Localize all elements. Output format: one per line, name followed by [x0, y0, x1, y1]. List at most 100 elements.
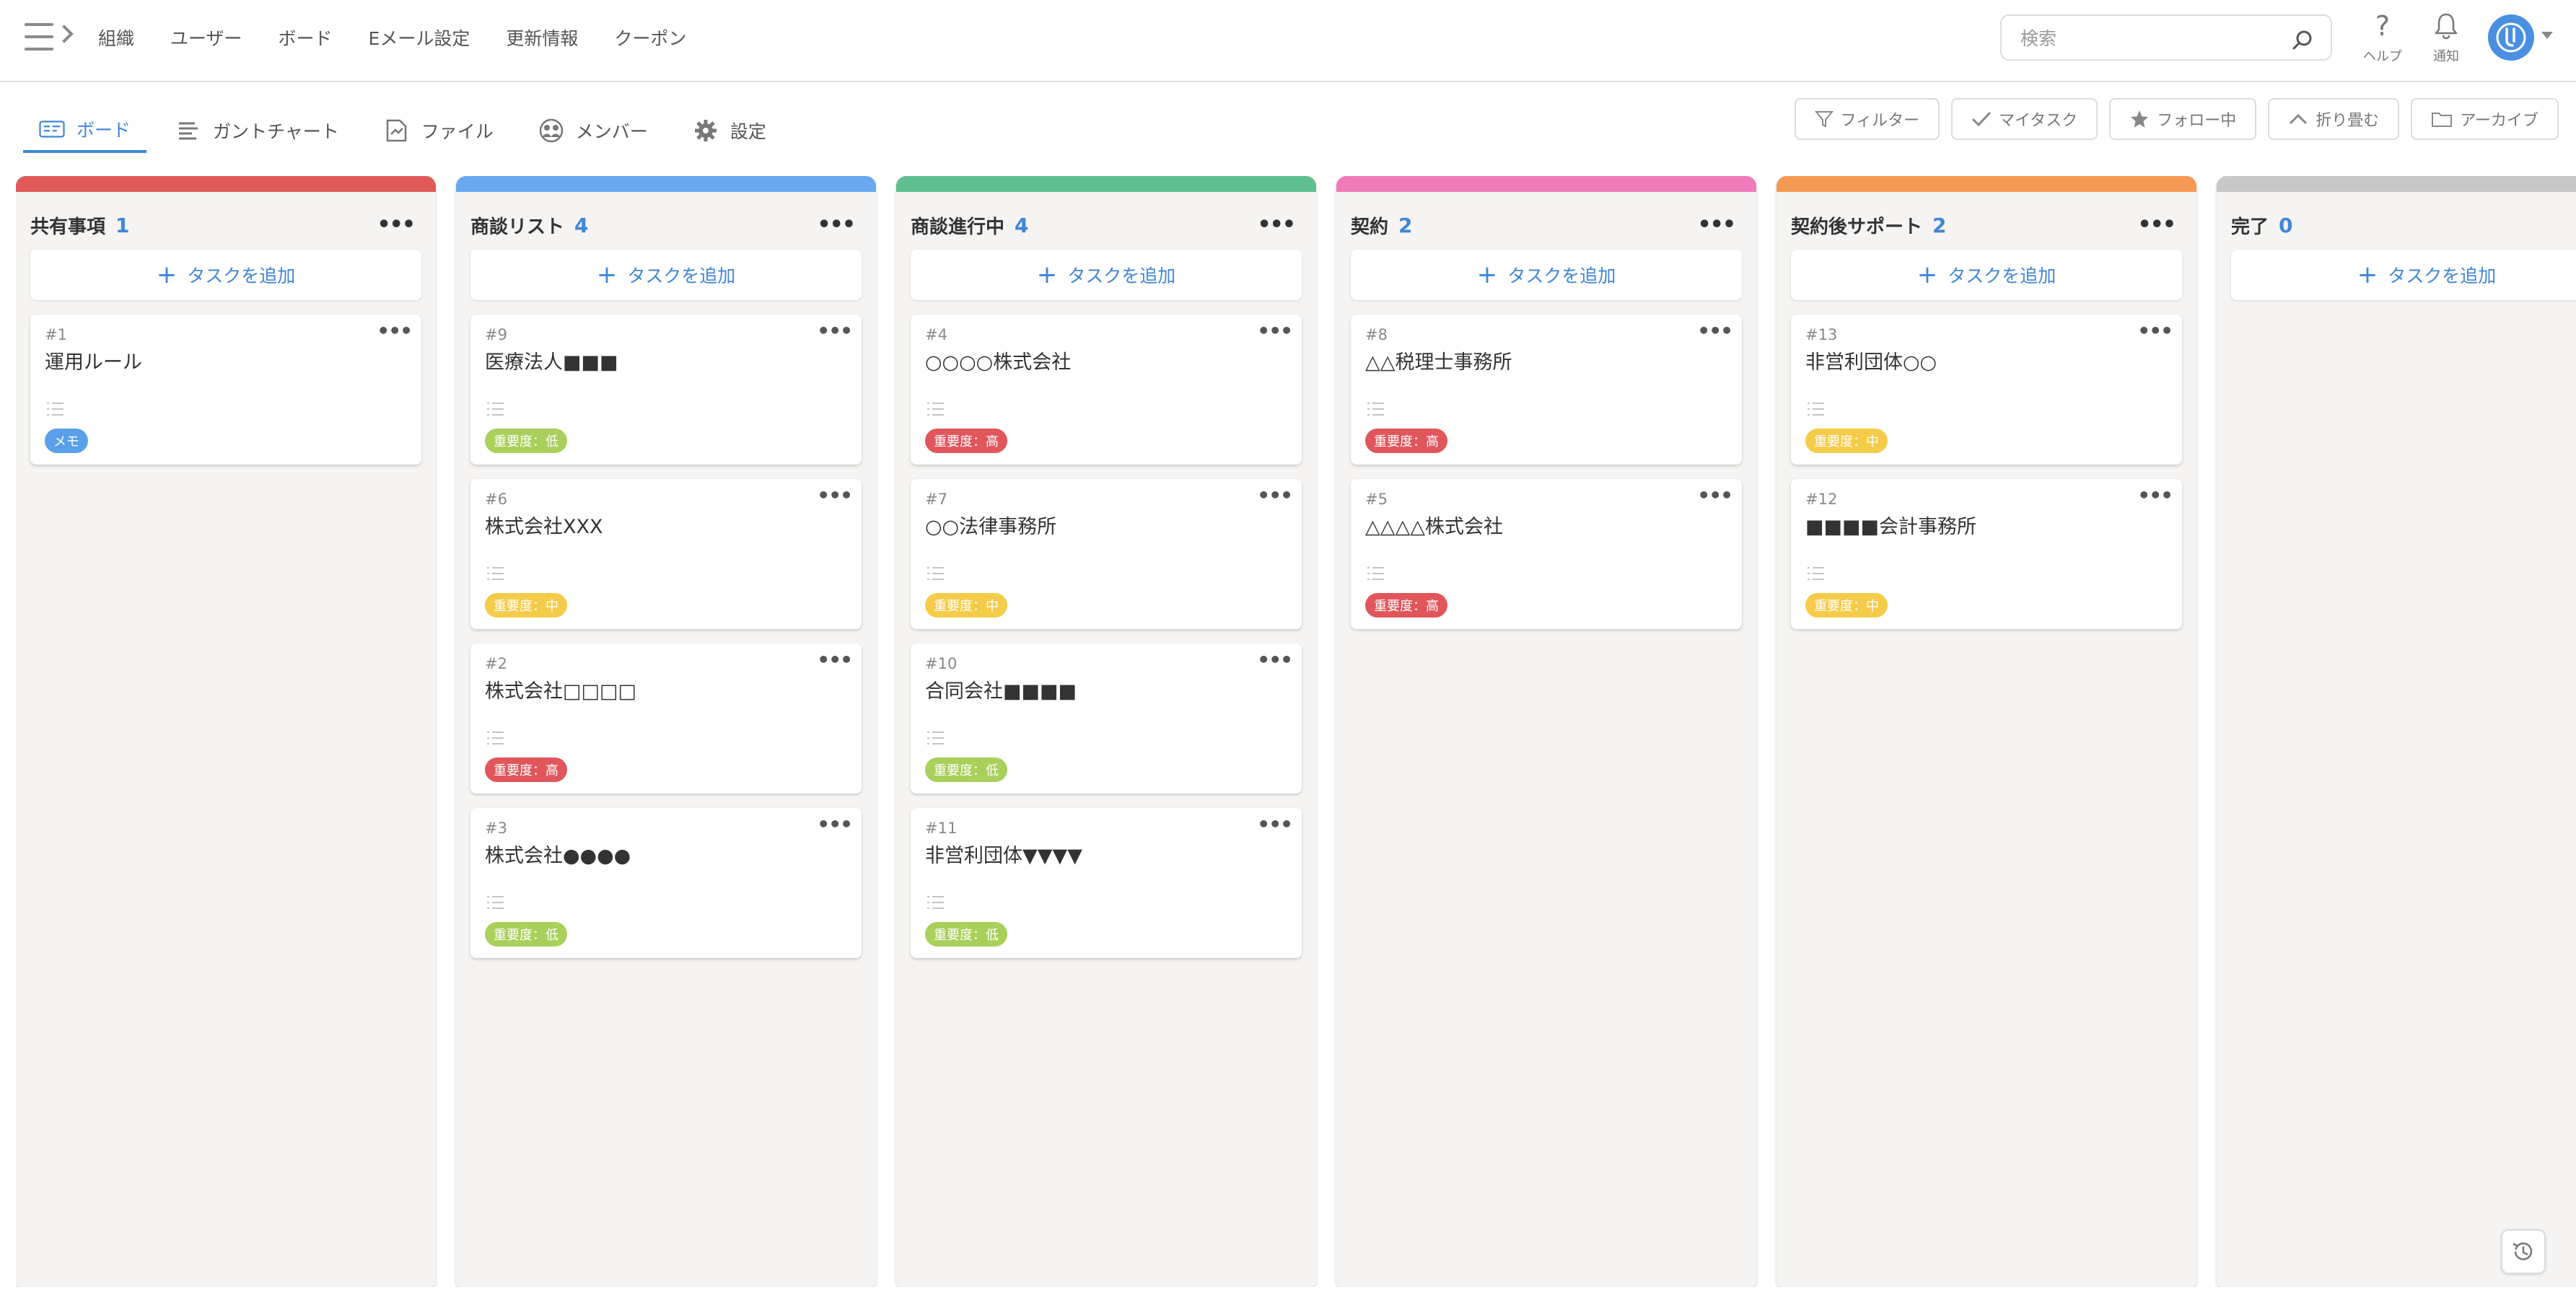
search-input[interactable] [2020, 25, 2280, 52]
card-menu-icon[interactable]: ••• [817, 812, 853, 836]
card-menu-icon[interactable]: ••• [1697, 483, 1733, 507]
history-button[interactable] [2501, 1229, 2546, 1274]
help-button[interactable]: ? ヘルプ [2354, 9, 2411, 66]
board-view-tabs: ボード ガントチャート ファイル メンバー 設定 [23, 108, 795, 156]
tab-members[interactable]: メンバー [522, 108, 664, 153]
description-list-icon [47, 403, 63, 416]
following-label: フォロー中 [2157, 112, 2237, 130]
priority-badge: 重要度：低 [925, 922, 1007, 947]
task-card[interactable]: #10 合同会社■■■■ ••• 重要度：低 [911, 644, 1302, 794]
chevron-down-icon[interactable] [2541, 32, 2553, 39]
chevron-up-icon [2290, 113, 2308, 125]
top-nav-users[interactable]: ユーザー [170, 25, 242, 50]
add-task-button[interactable]: + タスクを追加 [1791, 250, 2182, 300]
add-task-label: タスクを追加 [1948, 265, 2056, 286]
priority-badge: 重要度：中 [1805, 593, 1888, 618]
card-menu-icon[interactable]: ••• [817, 483, 853, 507]
collapse-button[interactable]: 折り畳む [2268, 98, 2400, 140]
top-nav-boards[interactable]: ボード [279, 25, 333, 50]
task-title: 非営利団体▼▼▼▼ [925, 845, 1083, 867]
column-color-bar [896, 176, 1316, 192]
column-menu-icon[interactable]: ••• [1257, 212, 1296, 237]
tab-files[interactable]: ファイル [368, 108, 509, 153]
add-task-button[interactable]: + タスクを追加 [1351, 250, 1742, 300]
card-menu-icon[interactable]: ••• [2137, 319, 2173, 343]
card-menu-icon[interactable]: ••• [817, 648, 853, 672]
tab-gantt[interactable]: ガントチャート [159, 108, 355, 153]
add-task-button[interactable]: + タスクを追加 [911, 250, 1302, 300]
column-title: 商談リスト [470, 216, 565, 238]
column-menu-icon[interactable]: ••• [377, 212, 416, 237]
search-box [2000, 14, 2332, 61]
priority-badge: 重要度：高 [485, 757, 567, 782]
top-nav-organization[interactable]: 組織 [98, 25, 134, 50]
column-header: 商談リスト 4 ••• [470, 208, 862, 242]
description-list-icon [487, 896, 504, 909]
task-card[interactable]: #11 非営利団体▼▼▼▼ ••• 重要度：低 [911, 808, 1302, 958]
card-menu-icon[interactable]: ••• [1257, 483, 1293, 507]
tab-board[interactable]: ボード [23, 108, 147, 153]
card-menu-icon[interactable]: ••• [2137, 483, 2173, 507]
task-card[interactable]: #2 株式会社□□□□ ••• 重要度：高 [470, 644, 862, 794]
card-menu-icon[interactable]: ••• [1697, 319, 1733, 343]
top-nav-updates[interactable]: 更新情報 [506, 25, 578, 50]
board-column: 共有事項 1 ••• + タスクを追加 #1 運用ルール ••• メモ [16, 176, 436, 1287]
description-list-icon [487, 403, 504, 416]
task-number: #5 [1365, 491, 1388, 508]
card-menu-icon[interactable]: ••• [1257, 319, 1293, 343]
task-title: 非営利団体○○ [1805, 351, 1937, 374]
search-icon[interactable] [2292, 29, 2313, 50]
column-count: 4 [574, 213, 589, 237]
task-card[interactable]: #4 ○○○○株式会社 ••• 重要度：高 [911, 315, 1302, 465]
task-card[interactable]: #12 ■■■■会計事務所 ••• 重要度：中 [1791, 479, 2182, 629]
column-menu-icon[interactable]: ••• [817, 212, 856, 237]
archive-button[interactable]: アーカイブ [2411, 98, 2559, 140]
avatar[interactable] [2488, 14, 2534, 61]
card-menu-icon[interactable]: ••• [817, 319, 853, 343]
top-nav-coupons[interactable]: クーポン [614, 25, 686, 50]
card-menu-icon[interactable]: ••• [377, 319, 413, 343]
task-number: #2 [485, 655, 507, 672]
priority-badge: 重要度：低 [485, 922, 567, 947]
task-card[interactable]: #6 株式会社XXX ••• 重要度：中 [470, 479, 862, 629]
task-card[interactable]: #7 ○○法律事務所 ••• 重要度：中 [911, 479, 1302, 629]
task-title: 株式会社□□□□ [485, 680, 637, 703]
task-card[interactable]: #5 △△△△株式会社 ••• 重要度：高 [1351, 479, 1742, 629]
task-title: ■■■■会計事務所 [1805, 516, 1977, 538]
card-menu-icon[interactable]: ••• [1257, 812, 1293, 836]
tab-settings[interactable]: 設定 [677, 108, 782, 153]
column-count: 1 [115, 213, 130, 237]
column-header: 商談進行中 4 ••• [911, 208, 1302, 242]
top-nav-email-settings[interactable]: Eメール設定 [369, 25, 470, 50]
plus-icon: + [1036, 260, 1058, 289]
add-task-button[interactable]: + タスクを追加 [470, 250, 862, 300]
menu-toggle-icon[interactable] [25, 22, 74, 52]
column-title: 契約 [1351, 216, 1389, 238]
column-menu-icon[interactable]: ••• [2137, 212, 2176, 237]
add-task-button[interactable]: + タスクを追加 [30, 250, 421, 300]
task-card[interactable]: #13 非営利団体○○ ••• 重要度：中 [1791, 315, 2182, 465]
notifications-button[interactable]: 通知 [2417, 9, 2475, 66]
add-task-button[interactable]: + タスクを追加 [2231, 250, 2576, 300]
board-column: 完了0•••+タスクを追加 [2217, 176, 2576, 1287]
filter-button[interactable]: フィルター [1794, 98, 1940, 140]
notify-label: 通知 [2433, 49, 2459, 64]
kanban-board: 共有事項 1 ••• + タスクを追加 #1 運用ルール ••• メモ 商談リスト 4 ••• + タスク… [16, 176, 2576, 1287]
task-card[interactable]: #8 △△税理士事務所 ••• 重要度：高 [1351, 315, 1742, 465]
bell-icon [2417, 9, 2475, 43]
column-menu-icon[interactable]: ••• [1697, 212, 1736, 237]
column-count: 4 [1015, 213, 1029, 237]
task-card[interactable]: #3 株式会社●●●● ••• 重要度：低 [470, 808, 862, 958]
card-menu-icon[interactable]: ••• [1257, 648, 1293, 672]
my-tasks-button[interactable]: マイタスク [1951, 98, 2098, 140]
my-tasks-label: マイタスク [1999, 112, 2078, 130]
task-card[interactable]: #9 医療法人■■■ ••• 重要度：低 [470, 315, 862, 465]
priority-badge: 重要度：中 [1805, 429, 1888, 453]
task-card[interactable]: #1 運用ルール ••• メモ [30, 315, 421, 465]
following-button[interactable]: フォロー中 [2109, 98, 2257, 140]
priority-badge: 重要度：高 [1365, 593, 1447, 618]
description-list-icon [1367, 403, 1384, 416]
column-color-bar [456, 176, 876, 192]
column-header: 契約 2 ••• [1351, 208, 1742, 242]
top-bar: 組織 ユーザー ボード Eメール設定 更新情報 クーポン ? ヘルプ 通知 [0, 0, 2576, 82]
